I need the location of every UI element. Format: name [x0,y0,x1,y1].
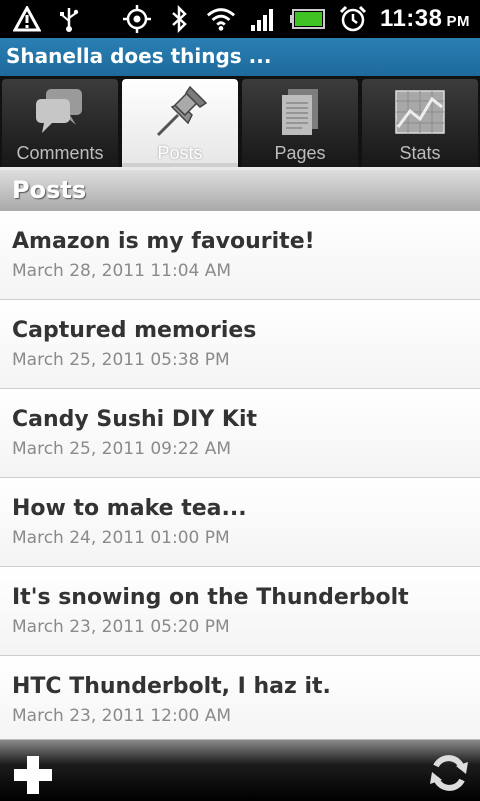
comments-icon [30,85,90,141]
post-title: Candy Sushi DIY Kit [12,407,258,432]
post-date: March 25, 2011 09:22 AM [12,439,232,459]
bottom-action-bar [0,739,480,801]
stats-icon [390,85,450,141]
posts-list: Amazon is my favourite! March 28, 2011 1… [0,211,480,745]
pushpin-icon [150,85,210,141]
add-post-button[interactable] [12,754,54,796]
blog-title: Shanella does things ... [6,44,272,68]
refresh-button[interactable] [428,752,470,794]
post-item[interactable]: Candy Sushi DIY Kit March 25, 2011 09:22… [0,389,480,478]
wifi-icon [206,4,236,34]
post-item[interactable]: How to make tea... March 24, 2011 01:00 … [0,478,480,567]
post-title: Amazon is my favourite! [12,229,315,254]
post-date: March 25, 2011 05:38 PM [12,350,230,370]
post-item[interactable]: It's snowing on the Thunderbolt March 23… [0,567,480,656]
tab-posts[interactable]: Posts [122,79,238,167]
post-date: March 23, 2011 05:20 PM [12,617,230,637]
tab-pages[interactable]: Pages [242,79,358,167]
tab-pages-label: Pages [274,143,326,163]
post-title: How to make tea... [12,496,247,521]
clock: 11:38 PM [380,5,470,33]
pages-icon [270,85,330,141]
tab-comments[interactable]: Comments [2,79,118,167]
signal-icon [248,4,278,34]
post-date: March 24, 2011 01:00 PM [12,528,230,548]
title-bar: Shanella does things ... [0,38,480,78]
plus-icon [14,756,52,794]
warning-icon [12,4,42,34]
alarm-icon [338,4,368,34]
post-title: HTC Thunderbolt, I haz it. [12,674,331,699]
post-item[interactable]: Amazon is my favourite! March 28, 2011 1… [0,211,480,300]
tab-stats[interactable]: Stats [362,79,478,167]
battery-icon [289,4,326,34]
clock-ampm: PM [446,13,470,30]
section-title: Posts [12,176,87,204]
post-title: It's snowing on the Thunderbolt [12,585,409,610]
status-bar: 11:38 PM [0,0,480,38]
section-header: Posts [0,167,480,211]
usb-icon [54,4,84,34]
tab-bar: Comments Posts Pages Stats [0,76,480,167]
post-date: March 23, 2011 12:00 AM [12,706,232,726]
post-date: March 28, 2011 11:04 AM [12,261,232,281]
post-item[interactable]: HTC Thunderbolt, I haz it. March 23, 201… [0,656,480,745]
gps-icon [122,4,152,34]
clock-time: 11:38 [379,5,443,32]
tab-posts-label: Posts [157,143,203,163]
post-item[interactable]: Captured memories March 25, 2011 05:38 P… [0,300,480,389]
bluetooth-icon [164,4,194,34]
tab-comments-label: Comments [16,143,104,163]
tab-stats-label: Stats [399,143,441,163]
refresh-icon [430,755,468,791]
post-title: Captured memories [12,318,257,343]
